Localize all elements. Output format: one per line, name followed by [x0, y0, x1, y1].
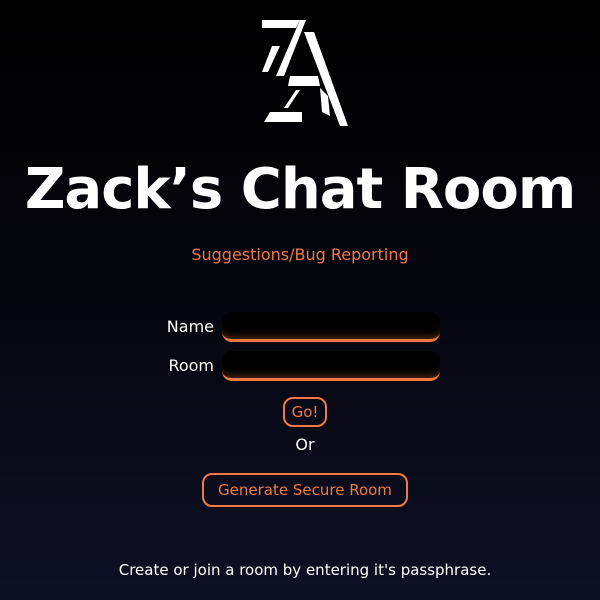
or-separator: Or	[295, 435, 315, 454]
za-logo-icon	[262, 20, 348, 126]
go-button[interactable]: Go!	[283, 397, 327, 427]
suggestions-link[interactable]: Suggestions/Bug Reporting	[0, 245, 600, 264]
generate-secure-room-button[interactable]: Generate Secure Room	[202, 473, 408, 507]
room-input[interactable]	[222, 351, 440, 381]
room-label: Room	[168, 356, 214, 375]
page-title: Zack’s Chat Room	[24, 157, 576, 222]
name-input[interactable]	[222, 312, 440, 342]
name-label: Name	[166, 317, 214, 336]
footer-hint: Create or join a room by entering it's p…	[118, 561, 492, 579]
